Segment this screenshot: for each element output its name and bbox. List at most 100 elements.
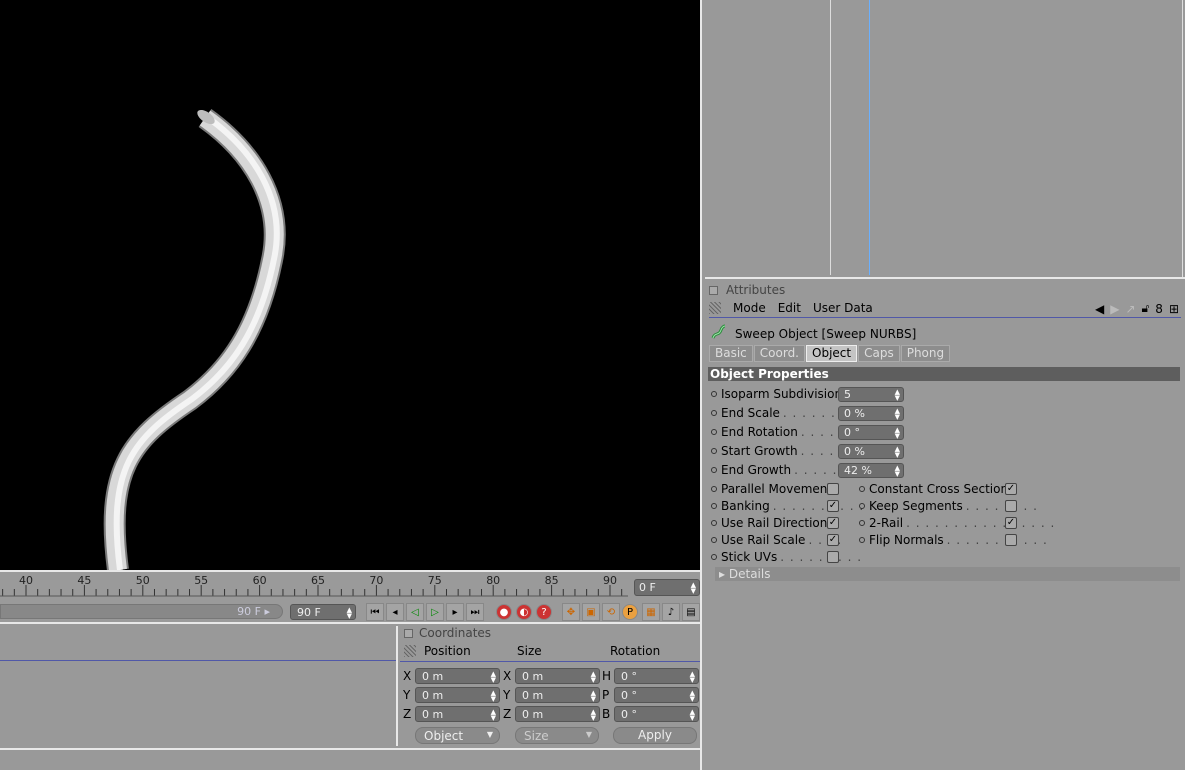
back-arrow-icon[interactable]: ◀ [1095,302,1104,316]
checkbox[interactable]: ✓ [827,517,839,529]
property-field[interactable]: 42 % ▲ ▼ [838,463,904,478]
spin-arrows-icon[interactable]: ▲ ▼ [591,690,596,703]
size-mode-dropdown[interactable]: Size ▼ [515,727,599,744]
timeline[interactable]: 40 45 50 55 60 65 70 75 80 85 90 0 F ▲ ▼ [0,570,700,600]
next-key-button[interactable]: ▸ [446,603,464,621]
scale-key-button[interactable]: ▣ [582,603,600,621]
lock-icon[interactable]: 🔓︎ [1142,301,1150,316]
checkbox[interactable]: ✓ [827,500,839,512]
spin-arrows-icon[interactable]: ▲ ▼ [690,690,695,703]
apply-button[interactable]: Apply [613,727,697,744]
position-field[interactable]: 0 m ▲ ▼ [415,687,500,703]
animate-dot-icon[interactable] [711,503,717,509]
spin-arrows-icon[interactable]: ▲ ▼ [895,389,900,402]
autokey-button[interactable]: ◐ [516,604,532,620]
material-manager[interactable] [0,626,398,746]
end-frame-field[interactable]: 90 F ▲ ▼ [290,604,356,620]
sweep-tube[interactable] [105,110,284,570]
parameter-key-button[interactable]: P [622,604,638,620]
animate-dot-icon[interactable] [859,520,865,526]
coordinate-mode-dropdown[interactable]: Object ▼ [415,727,500,744]
size-field[interactable]: 0 m ▲ ▼ [515,668,600,684]
tab-caps[interactable]: Caps [858,345,900,362]
size-field[interactable]: 0 m ▲ ▼ [515,706,600,722]
forward-arrow-icon[interactable]: ▶ [1110,302,1119,316]
checkbox[interactable]: ✓ [1005,483,1017,495]
menu-user-data[interactable]: User Data [813,301,873,315]
point-level-key-button[interactable]: ▦ [642,603,660,621]
viewport-canvas[interactable] [0,0,700,570]
animate-dot-icon[interactable] [711,410,717,416]
spin-arrows-icon[interactable]: ▲ ▼ [347,607,352,620]
property-field[interactable]: 0 ° ▲ ▼ [838,425,904,440]
checkbox[interactable] [827,483,839,495]
spin-arrows-icon[interactable]: ▲ ▼ [895,408,900,421]
object-manager[interactable] [705,0,1185,279]
spin-arrows-icon[interactable]: ▲ ▼ [591,671,596,684]
rotate-key-button[interactable]: ⟲ [602,603,620,621]
details-group[interactable]: ▸ Details [715,567,1180,581]
size-field[interactable]: 0 m ▲ ▼ [515,687,600,703]
spin-arrows-icon[interactable]: ▲ ▼ [895,465,900,478]
property-field[interactable]: 0 % ▲ ▼ [838,406,904,421]
animate-dot-icon[interactable] [711,520,717,526]
rotation-field[interactable]: 0 ° ▲ ▼ [614,706,699,722]
menu-edit[interactable]: Edit [778,301,801,315]
animate-dot-icon[interactable] [711,391,717,397]
animate-dot-icon[interactable] [711,537,717,543]
checkbox[interactable] [827,551,839,563]
spin-arrows-icon[interactable]: ▲ ▼ [895,427,900,440]
spin-arrows-icon[interactable]: ▲ ▼ [591,709,596,722]
checkbox[interactable]: ✓ [827,534,839,546]
sound-button[interactable]: ♪ [662,603,680,621]
checkbox[interactable] [1005,534,1017,546]
animate-dot-icon[interactable] [859,503,865,509]
preview-range-slider[interactable]: 90 F ▸ [0,604,283,619]
play-forwards-button[interactable]: ▷ [426,603,444,621]
rotation-field[interactable]: 0 ° ▲ ▼ [614,668,699,684]
spin-arrows-icon[interactable]: ▲ ▼ [691,582,696,595]
checkbox[interactable]: ✓ [1005,517,1017,529]
spin-arrows-icon[interactable]: ▲ ▼ [491,709,496,722]
keyframe-help-button[interactable]: ? [536,604,552,620]
go-to-start-button[interactable]: ⏮ [366,603,384,621]
current-frame-field[interactable]: 0 F ▲ ▼ [634,579,700,596]
spin-arrows-icon[interactable]: ▲ ▼ [895,446,900,459]
spin-arrows-icon[interactable]: ▲ ▼ [690,671,695,684]
animate-dot-icon[interactable] [711,448,717,454]
spin-arrows-icon[interactable]: ▲ ▼ [491,671,496,684]
grip-icon[interactable] [709,302,721,314]
tab-coord[interactable]: Coord. [753,345,805,362]
menu-mode[interactable]: Mode [733,301,766,315]
spin-arrows-icon[interactable]: ▲ ▼ [690,709,695,722]
animate-dot-icon[interactable] [711,486,717,492]
position-field[interactable]: 0 m ▲ ▼ [415,706,500,722]
scheme-button[interactable]: ▤ [682,603,700,621]
animate-dot-icon[interactable] [711,554,717,560]
up-arrow-icon[interactable]: ↗ [1125,302,1135,316]
position-field[interactable]: 0 m ▲ ▼ [415,668,500,684]
move-key-button[interactable]: ✥ [562,603,580,621]
checkbox[interactable] [1005,500,1017,512]
animate-dot-icon[interactable] [859,486,865,492]
animate-dot-icon[interactable] [859,537,865,543]
prev-key-button[interactable]: ◂ [386,603,404,621]
play-backwards-button[interactable]: ◁ [406,603,424,621]
property-field[interactable]: 0 % ▲ ▼ [838,444,904,459]
spin-arrows-icon[interactable]: ▲ ▼ [491,690,496,703]
record-button[interactable]: ● [496,604,512,620]
3d-viewport[interactable] [0,0,700,570]
panel-toggle-icon[interactable] [404,628,413,638]
property-field[interactable]: 5 ▲ ▼ [838,387,904,402]
tab-basic[interactable]: Basic [709,345,753,362]
grip-icon[interactable] [404,645,416,657]
tab-object[interactable]: Object [806,345,858,362]
animate-dot-icon[interactable] [711,467,717,473]
go-to-end-button[interactable]: ⏭ [466,603,484,621]
link-icon[interactable]: 8 [1155,302,1163,316]
panel-toggle-icon[interactable] [709,285,718,295]
animate-dot-icon[interactable] [711,429,717,435]
tab-phong[interactable]: Phong [900,345,951,362]
new-panel-icon[interactable]: ⊞ [1169,302,1179,316]
rotation-field[interactable]: 0 ° ▲ ▼ [614,687,699,703]
